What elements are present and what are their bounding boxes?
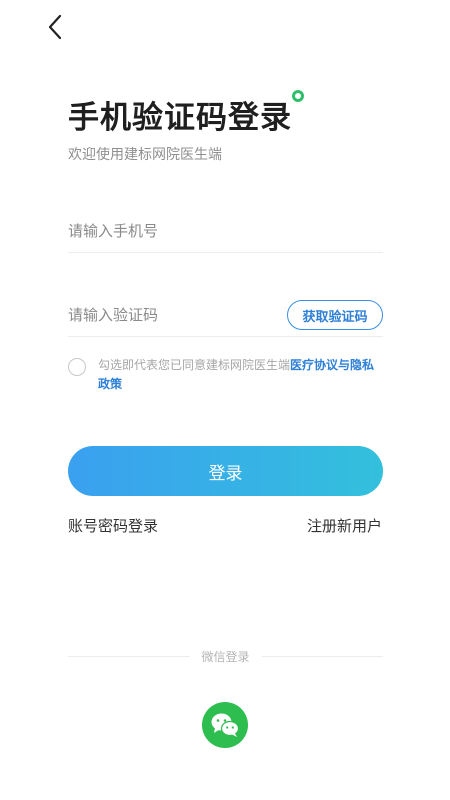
divider-line-right: [261, 655, 384, 657]
phone-input[interactable]: [68, 209, 268, 252]
back-button[interactable]: [40, 12, 70, 42]
password-login-link[interactable]: 账号密码登录: [68, 515, 158, 536]
page-title: 手机验证码登录: [68, 100, 292, 136]
phone-field: [68, 209, 383, 253]
agreement-text: 勾选即代表您已同意建标网院医生端医疗协议与隐私政策: [98, 356, 383, 394]
divider-line-left: [68, 655, 190, 657]
page-subtitle: 欢迎使用建标网院医生端: [68, 147, 222, 163]
wechat-icon: [211, 713, 240, 737]
agreement-prefix: 勾选即代表您已同意建标网院医生端: [98, 358, 291, 372]
login-button[interactable]: 登录: [68, 446, 383, 496]
decorative-dot: [292, 90, 304, 102]
title-block: 手机验证码登录: [68, 90, 304, 137]
wechat-login-button[interactable]: [202, 702, 248, 748]
get-code-button[interactable]: 获取验证码: [287, 300, 383, 330]
chevron-left-icon: [48, 14, 62, 40]
code-field: 获取验证码: [68, 293, 383, 337]
verification-code-input[interactable]: [68, 293, 268, 336]
register-link[interactable]: 注册新用户: [307, 515, 382, 536]
agreement-checkbox[interactable]: [68, 358, 86, 376]
agreement-row: 勾选即代表您已同意建标网院医生端医疗协议与隐私政策: [68, 356, 388, 394]
wechat-divider: 微信登录: [68, 648, 384, 664]
wechat-login-label: 微信登录: [201, 649, 250, 664]
